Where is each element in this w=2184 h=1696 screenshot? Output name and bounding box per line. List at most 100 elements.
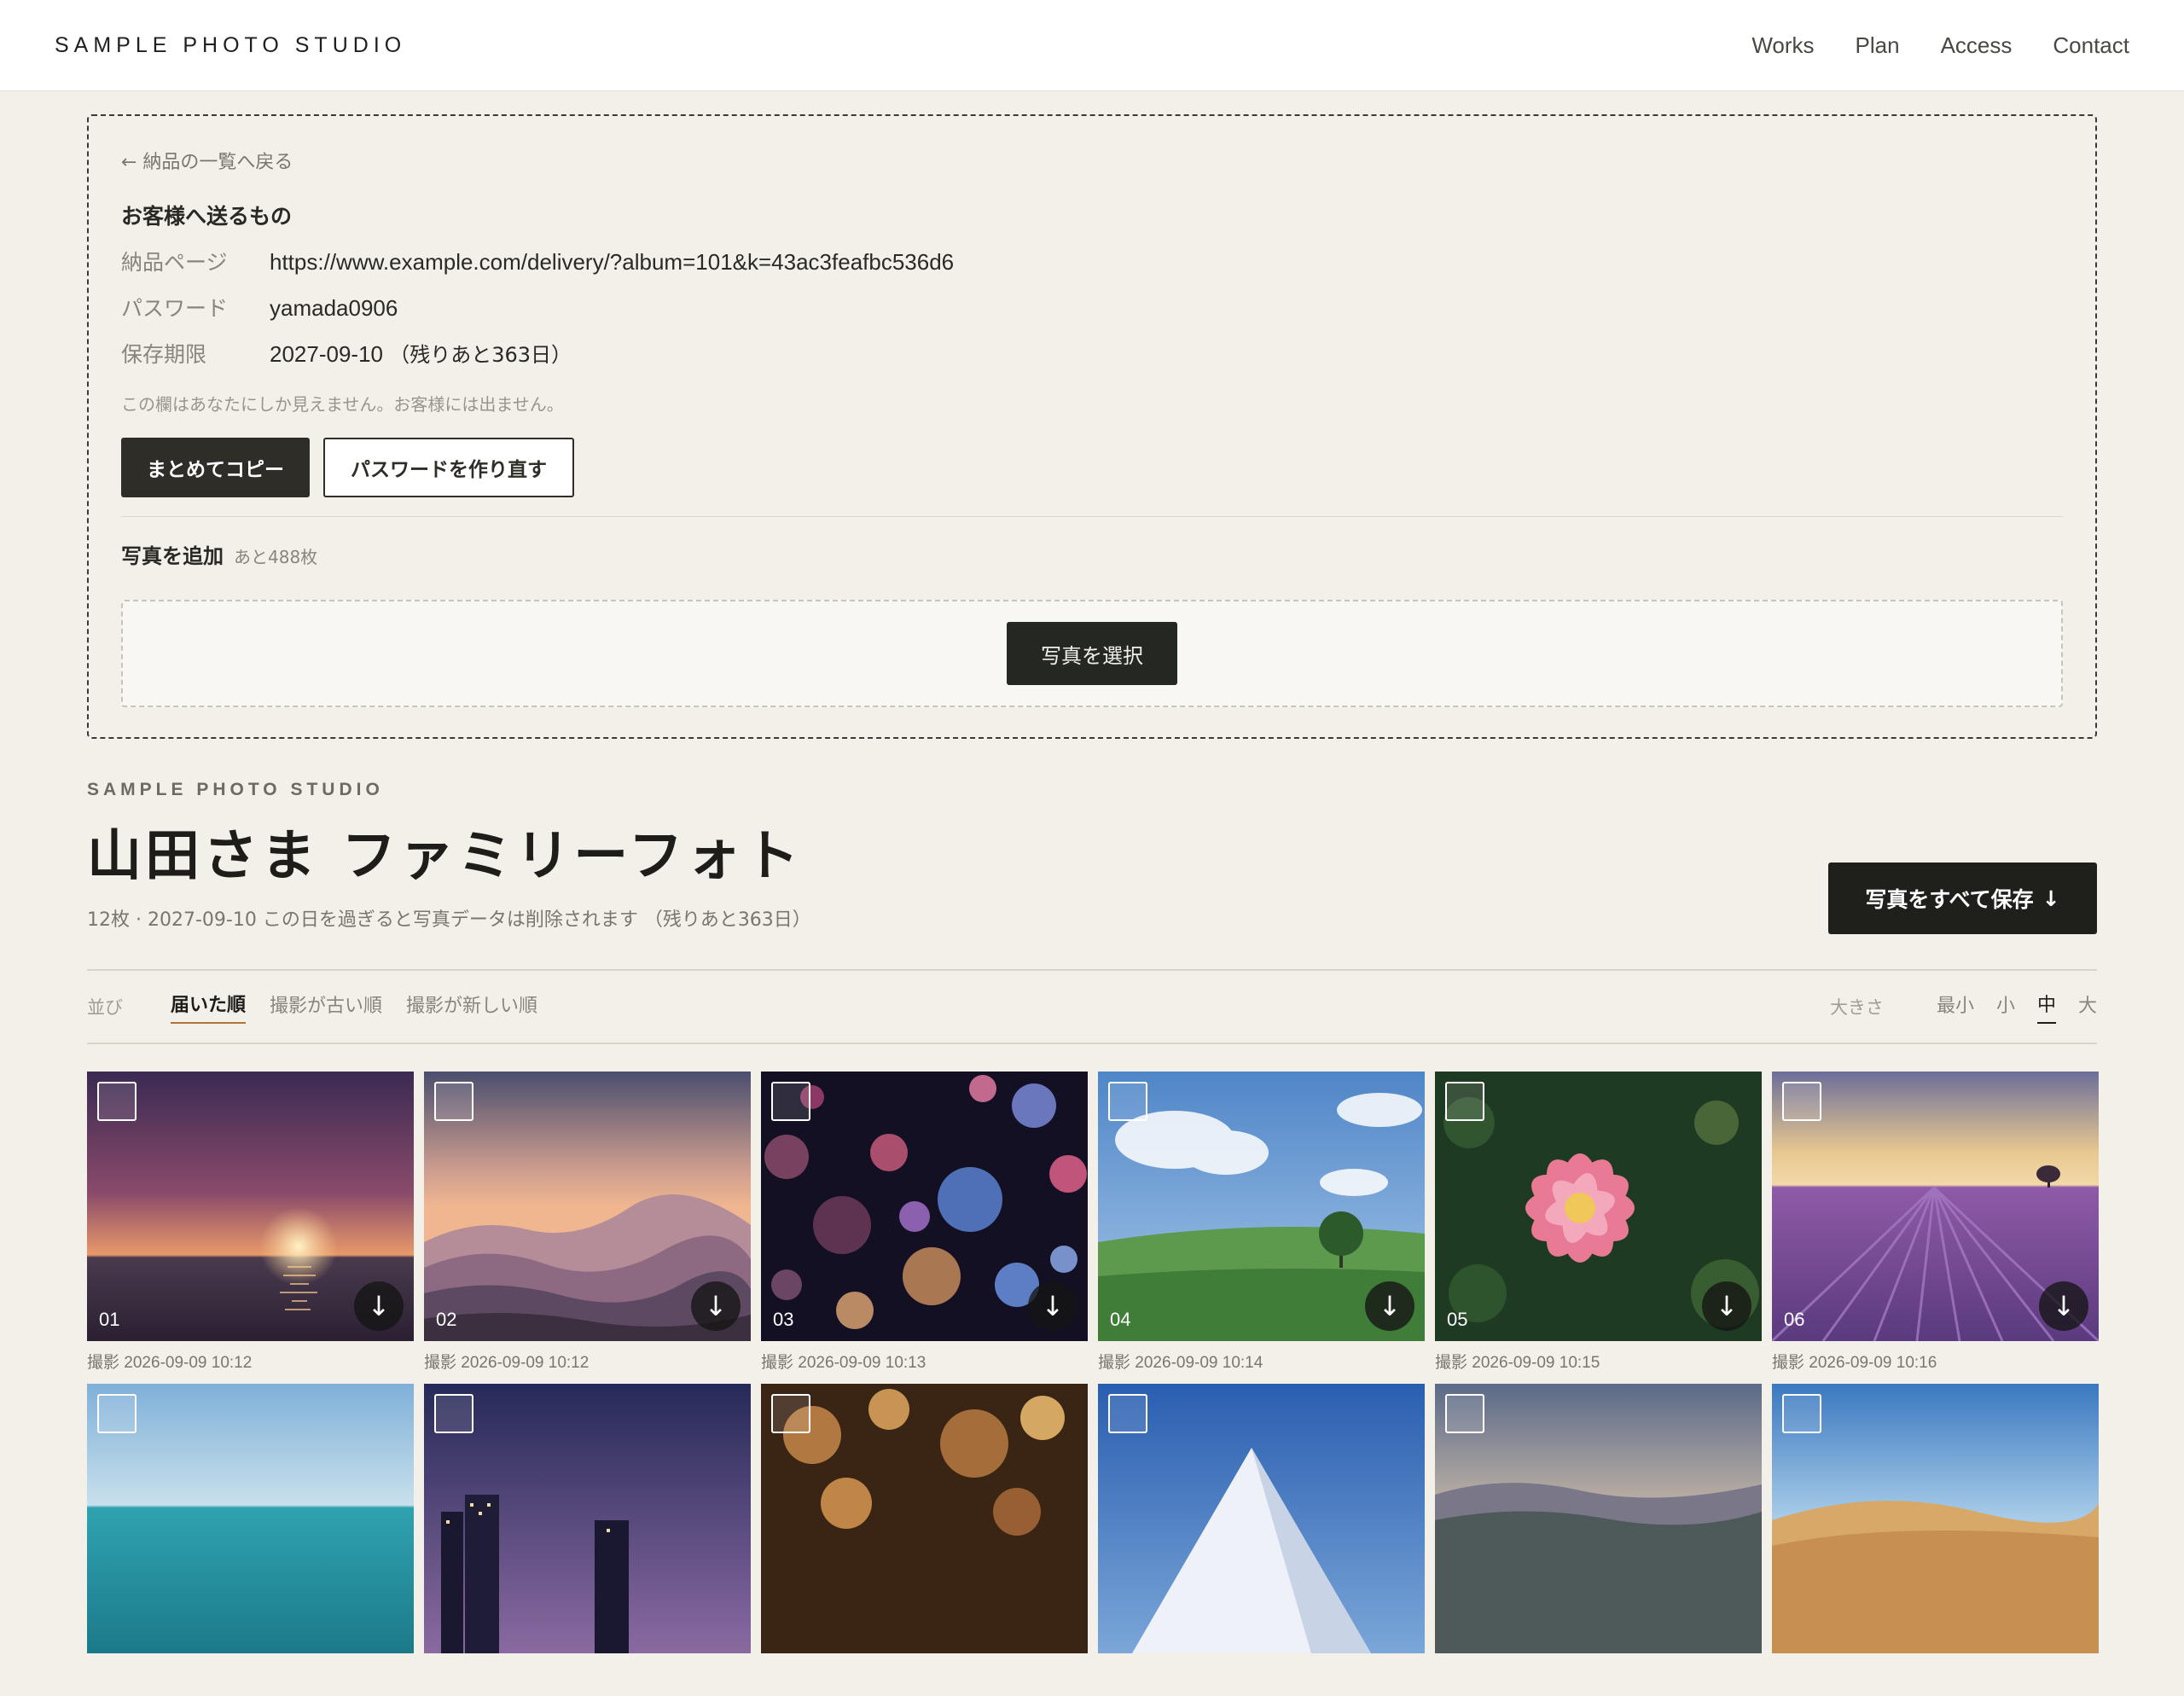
photo-card: 04 ↓ 撮影 2026-09-09 10:14 [1098, 1072, 1425, 1384]
add-photos-header: 写真を追加 あと488枚 [121, 539, 2063, 569]
regenerate-password-button[interactable]: パスワードを作り直す [323, 438, 574, 497]
select-checkbox[interactable] [97, 1082, 136, 1121]
save-all-photos-button[interactable]: 写真をすべて保存 ↓ [1828, 863, 2097, 934]
select-photos-button[interactable]: 写真を選択 [1007, 622, 1177, 685]
expiry-date: 2027-09-10 [270, 341, 383, 367]
photo-number: 04 [1110, 1309, 1131, 1330]
sort-arrival[interactable]: 届いた順 [171, 990, 247, 1024]
info-key: パスワード [121, 296, 229, 321]
photo-thumbnail[interactable]: 02 ↓ [424, 1072, 751, 1341]
download-icon[interactable]: ↓ [1028, 1281, 1077, 1331]
add-photos-remaining: あと488枚 [234, 547, 318, 567]
shot-datetime: 2026-09-09 10:16 [1809, 1354, 1937, 1372]
sort-group: 並び 届いた順 撮影が古い順 撮影が新しい順 [87, 990, 561, 1024]
photo-card [1772, 1384, 2099, 1696]
sort-oldest[interactable]: 撮影が古い順 [270, 990, 382, 1023]
photo-thumbnail[interactable] [1098, 1384, 1425, 1653]
nav-plan[interactable]: Plan [1856, 32, 1900, 59]
photo-card: 06 ↓ 撮影 2026-09-09 10:16 [1772, 1072, 2099, 1384]
shot-time: 撮影 2026-09-09 10:14 [1098, 1350, 1425, 1373]
shot-time: 撮影 2026-09-09 10:12 [87, 1350, 414, 1373]
shot-datetime: 2026-09-09 10:13 [798, 1354, 926, 1372]
brand-logo[interactable]: SAMPLE PHOTO STUDIO [55, 33, 406, 58]
photo-dropzone[interactable]: 写真を選択 [121, 600, 2063, 707]
info-key: 保存期限 [121, 342, 207, 367]
photo-thumbnail[interactable]: 04 ↓ [1098, 1072, 1425, 1341]
divider [121, 516, 2063, 517]
expiry-remaining: （残りあと363日） [389, 343, 572, 367]
panel-title: お客様へ送るもの [121, 204, 293, 229]
shot-prefix: 撮影 [87, 1353, 120, 1372]
select-checkbox[interactable] [1108, 1394, 1147, 1433]
photo-thumbnail[interactable]: 05 ↓ [1435, 1072, 1762, 1341]
panel-actions: まとめてコピー パスワードを作り直す [121, 438, 2063, 497]
photo-card: 05 ↓ 撮影 2026-09-09 10:15 [1435, 1072, 1762, 1384]
photo-card [87, 1384, 414, 1696]
sort-newest[interactable]: 撮影が新しい順 [406, 990, 537, 1023]
photo-thumbnail[interactable] [87, 1384, 414, 1653]
select-checkbox[interactable] [1782, 1394, 1821, 1433]
select-checkbox[interactable] [771, 1082, 810, 1121]
select-checkbox[interactable] [1782, 1082, 1821, 1121]
photo-card: 03 ↓ 撮影 2026-09-09 10:13 [761, 1072, 1088, 1384]
shot-time: 撮影 2026-09-09 10:16 [1772, 1350, 2099, 1373]
shot-time: 撮影 2026-09-09 10:15 [1435, 1350, 1762, 1373]
size-group: 大きさ 最小 小 中 大 [1830, 990, 2097, 1024]
select-checkbox[interactable] [434, 1394, 473, 1433]
expiry-value: 2027-09-10 （残りあと363日） [270, 338, 572, 368]
size-medium[interactable]: 中 [2036, 990, 2056, 1024]
size-smallest[interactable]: 最小 [1937, 990, 1974, 1023]
info-row-delivery-page: 納品ページ https://www.example.com/delivery/?… [121, 246, 2063, 276]
album-meta: 12枚 · 2027-09-10 この日を過ぎると写真データは削除されます （残… [87, 909, 811, 931]
back-to-deliveries-link[interactable]: ← 納品の一覧へ戻る [121, 147, 2063, 174]
photo-number: 06 [1784, 1309, 1805, 1330]
main-nav: Works Plan Access Contact [1751, 32, 2129, 59]
shot-datetime: 2026-09-09 10:14 [1135, 1354, 1263, 1372]
photo-grid: 01 ↓ 撮影 2026-09-09 10:12 02 ↓ 撮影 2026-09… [87, 1072, 2099, 1696]
select-checkbox[interactable] [97, 1394, 136, 1433]
shot-time: 撮影 2026-09-09 10:13 [761, 1350, 1088, 1373]
size-large[interactable]: 大 [2078, 990, 2097, 1023]
album-title: 山田さま ファミリーフォト [87, 824, 803, 888]
select-checkbox[interactable] [1108, 1082, 1147, 1121]
nav-access[interactable]: Access [1941, 32, 2013, 59]
copy-all-button[interactable]: まとめてコピー [121, 438, 310, 497]
nav-works[interactable]: Works [1751, 32, 1814, 59]
photo-thumbnail[interactable]: 03 ↓ [761, 1072, 1088, 1341]
photo-thumbnail[interactable] [424, 1384, 751, 1653]
shot-prefix: 撮影 [761, 1353, 794, 1372]
shot-prefix: 撮影 [1098, 1353, 1131, 1372]
download-icon[interactable]: ↓ [354, 1281, 404, 1331]
select-checkbox[interactable] [1445, 1394, 1484, 1433]
album-studio-label: SAMPLE PHOTO STUDIO [87, 780, 384, 799]
photo-thumbnail[interactable]: 01 ↓ [87, 1072, 414, 1341]
delivery-url[interactable]: https://www.example.com/delivery/?album=… [270, 249, 954, 276]
shot-datetime: 2026-09-09 10:12 [124, 1354, 253, 1372]
shot-datetime: 2026-09-09 10:15 [1472, 1354, 1600, 1372]
photo-card [1435, 1384, 1762, 1696]
download-icon[interactable]: ↓ [2039, 1281, 2088, 1331]
download-arrow-icon: ↓ [2042, 886, 2060, 911]
info-row-expiry: 保存期限 2027-09-10 （残りあと363日） [121, 338, 2063, 369]
add-photos-title: 写真を追加 [121, 544, 224, 568]
save-all-label: 写真をすべて保存 [1865, 887, 2034, 912]
download-icon[interactable]: ↓ [1365, 1281, 1414, 1331]
info-row-password: パスワード yamada0906 [121, 292, 2063, 322]
photo-card [761, 1384, 1088, 1696]
photo-card [424, 1384, 751, 1696]
select-checkbox[interactable] [1445, 1082, 1484, 1121]
photo-thumbnail[interactable]: 06 ↓ [1772, 1072, 2099, 1341]
select-checkbox[interactable] [434, 1082, 473, 1121]
photo-thumbnail[interactable] [1435, 1384, 1762, 1653]
shot-prefix: 撮影 [1772, 1353, 1805, 1372]
size-small[interactable]: 小 [1996, 990, 2015, 1023]
photo-thumbnail[interactable] [1772, 1384, 2099, 1653]
photo-thumbnail[interactable] [761, 1384, 1088, 1653]
download-icon[interactable]: ↓ [1702, 1281, 1751, 1331]
sort-label: 並び [87, 997, 123, 1018]
shot-prefix: 撮影 [424, 1353, 457, 1372]
download-icon[interactable]: ↓ [691, 1281, 741, 1331]
select-checkbox[interactable] [771, 1394, 810, 1433]
nav-contact[interactable]: Contact [2053, 32, 2129, 59]
password-value[interactable]: yamada0906 [270, 295, 398, 322]
